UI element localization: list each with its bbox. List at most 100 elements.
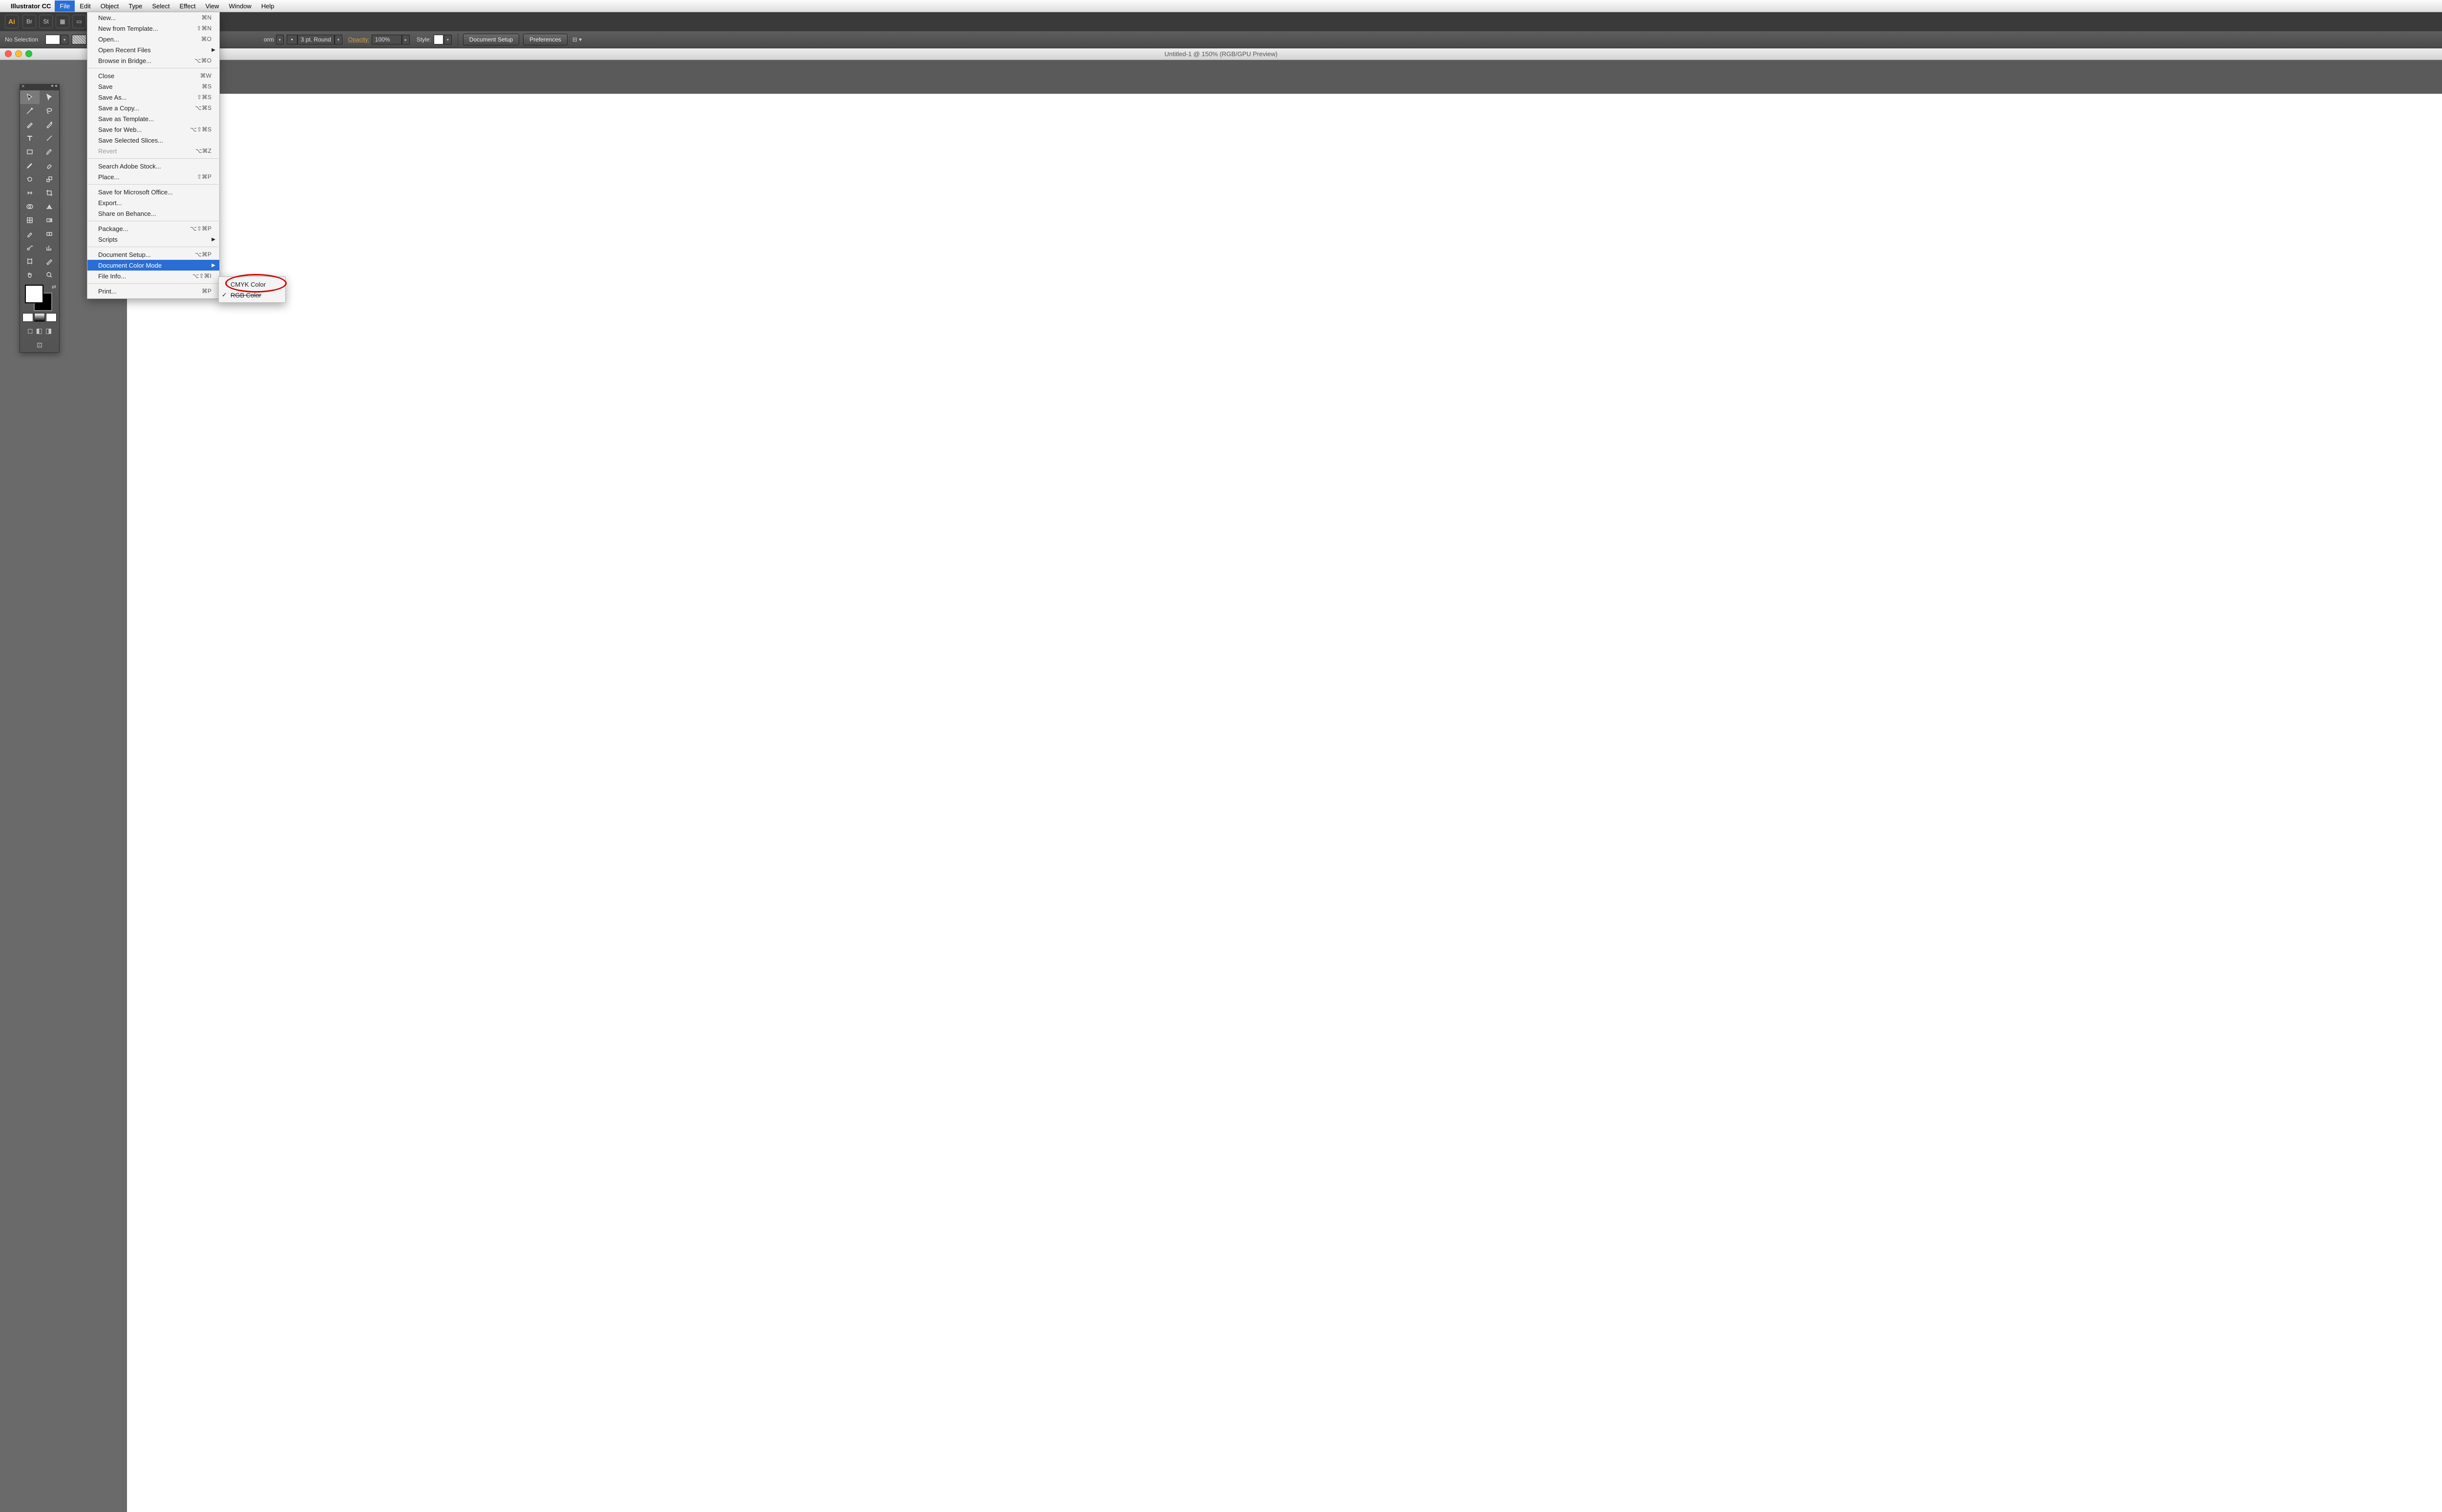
tool-artboard[interactable] — [20, 254, 40, 268]
draw-behind-icon[interactable]: ◧ — [36, 327, 42, 335]
menuitem-open-recent-files[interactable]: Open Recent Files▶ — [87, 44, 219, 55]
menuitem-package[interactable]: Package...⌥⇧⌘P — [87, 223, 219, 234]
menuitem-print[interactable]: Print...⌘P — [87, 286, 219, 296]
brush-dot-icon[interactable]: • — [287, 35, 297, 44]
tool-zoom[interactable] — [40, 268, 59, 282]
tool-rotate[interactable] — [20, 172, 40, 186]
color-mode-gradient[interactable] — [34, 313, 45, 322]
illustrator-logo-icon[interactable]: Ai — [5, 15, 19, 28]
appbar-icon-0[interactable]: Br — [22, 15, 36, 28]
appbar-icon-3[interactable]: ▭ — [72, 15, 86, 28]
document-title: Untitled-1 @ 150% (RGB/GPU Preview) — [0, 50, 2442, 58]
tool-free-transform[interactable] — [40, 186, 59, 200]
document-setup-button[interactable]: Document Setup — [463, 34, 519, 45]
draw-inside-icon[interactable]: ◨ — [45, 327, 52, 335]
tool-direct-selection[interactable] — [40, 90, 59, 104]
tool-perspective-grid[interactable] — [40, 200, 59, 213]
fill-color-icon[interactable] — [25, 285, 43, 303]
menu-window[interactable]: Window — [224, 0, 256, 12]
opacity-dropdown[interactable]: ▸ — [402, 35, 410, 44]
tool-rectangle[interactable] — [20, 145, 40, 159]
menu-select[interactable]: Select — [147, 0, 174, 12]
submenuitem-cmyk-color[interactable]: CMYK Color — [219, 279, 285, 290]
tool-pen[interactable] — [20, 118, 40, 131]
canvas-artboard[interactable] — [127, 94, 2442, 1512]
tool-eraser[interactable] — [40, 159, 59, 172]
app-name[interactable]: Illustrator CC — [11, 2, 51, 10]
menuitem-search-adobe-stock[interactable]: Search Adobe Stock... — [87, 161, 219, 171]
menuitem-browse-in-bridge[interactable]: Browse in Bridge...⌥⌘O — [87, 55, 219, 66]
menu-help[interactable]: Help — [256, 0, 279, 12]
menu-type[interactable]: Type — [124, 0, 147, 12]
appbar-icon-1[interactable]: St — [39, 15, 53, 28]
tool-gradient[interactable] — [40, 213, 59, 227]
tool-type[interactable] — [20, 131, 40, 145]
menuitem-share-on-behance[interactable]: Share on Behance... — [87, 208, 219, 219]
menuitem-close[interactable]: Close⌘W — [87, 70, 219, 81]
menuitem-save-as[interactable]: Save As...⇧⌘S — [87, 92, 219, 103]
tool-hand[interactable] — [20, 268, 40, 282]
stroke-swatch[interactable] — [72, 35, 86, 44]
swap-colors-icon[interactable]: ⇄ — [52, 284, 56, 290]
brush-preset-value[interactable]: 3 pt. Round — [297, 35, 335, 44]
tool-scale[interactable] — [40, 172, 59, 186]
tool-shape-builder[interactable] — [20, 200, 40, 213]
menu-effect[interactable]: Effect — [175, 0, 201, 12]
menuitem-save-as-template[interactable]: Save as Template... — [87, 113, 219, 124]
menuitem-save-a-copy[interactable]: Save a Copy...⌥⌘S — [87, 103, 219, 113]
menu-object[interactable]: Object — [96, 0, 124, 12]
stroke-form-dropdown[interactable]: ▾ — [276, 35, 284, 44]
tool-pencil[interactable] — [20, 159, 40, 172]
menu-view[interactable]: View — [201, 0, 224, 12]
window-minimize-icon[interactable] — [15, 50, 22, 57]
tool-line[interactable] — [40, 131, 59, 145]
menuitem-scripts[interactable]: Scripts▶ — [87, 234, 219, 245]
opacity-label[interactable]: Opacity: — [348, 36, 370, 43]
menuitem-open[interactable]: Open...⌘O — [87, 34, 219, 44]
tool-eyedropper[interactable] — [20, 227, 40, 241]
tool-curvature[interactable] — [40, 118, 59, 131]
tool-width[interactable] — [20, 186, 40, 200]
menuitem-file-info[interactable]: File Info...⌥⇧⌘I — [87, 271, 219, 281]
tool-paintbrush[interactable] — [40, 145, 59, 159]
menuitem-save-for-web[interactable]: Save for Web...⌥⇧⌘S — [87, 124, 219, 135]
fill-swatch[interactable] — [45, 35, 60, 44]
preferences-button[interactable]: Preferences — [523, 34, 568, 45]
tool-slice[interactable] — [40, 254, 59, 268]
menuitem-save[interactable]: Save⌘S — [87, 81, 219, 92]
tools-panel-header[interactable] — [20, 84, 59, 90]
window-close-icon[interactable] — [5, 50, 12, 57]
menuitem-save-for-microsoft-office[interactable]: Save for Microsoft Office... — [87, 187, 219, 197]
draw-normal-icon[interactable]: ◻ — [27, 327, 33, 335]
menuitem-export[interactable]: Export... — [87, 197, 219, 208]
tool-blend[interactable] — [40, 227, 59, 241]
tool-magic-wand[interactable] — [20, 104, 40, 118]
align-options-icon[interactable]: ⊟ ▾ — [572, 36, 582, 43]
color-well[interactable]: ⇄ — [20, 282, 59, 311]
appbar-icon-2[interactable]: ▦ — [56, 15, 69, 28]
style-swatch[interactable] — [434, 35, 443, 44]
menuitem-document-setup[interactable]: Document Setup...⌥⌘P — [87, 249, 219, 260]
tool-column-graph[interactable] — [40, 241, 59, 254]
menuitem-save-selected-slices[interactable]: Save Selected Slices... — [87, 135, 219, 146]
tool-mesh[interactable] — [20, 213, 40, 227]
menuitem-place[interactable]: Place...⇧⌘P — [87, 171, 219, 182]
window-zoom-icon[interactable] — [25, 50, 32, 57]
color-mode-none[interactable] — [46, 313, 57, 322]
document-color-mode-submenu: CMYK Color✓RGB Color — [218, 276, 286, 303]
style-dropdown[interactable]: ▾ — [444, 35, 452, 44]
tool-symbol-sprayer[interactable] — [20, 241, 40, 254]
brush-preset-dropdown[interactable]: ▾ — [335, 35, 342, 44]
submenuitem-rgb-color[interactable]: ✓RGB Color — [219, 290, 285, 300]
opacity-value[interactable]: 100% — [372, 35, 402, 44]
menuitem-new[interactable]: New...⌘N — [87, 12, 219, 23]
menu-file[interactable]: File — [55, 0, 75, 12]
color-mode-solid[interactable] — [22, 313, 33, 322]
menuitem-document-color-mode[interactable]: Document Color Mode▶ — [87, 260, 219, 271]
menu-edit[interactable]: Edit — [75, 0, 95, 12]
fill-dropdown[interactable]: ▾ — [61, 35, 68, 44]
tool-lasso[interactable] — [40, 104, 59, 118]
screen-mode-icon[interactable]: ⊡ — [37, 341, 42, 349]
tool-selection[interactable] — [20, 90, 40, 104]
menuitem-new-from-template[interactable]: New from Template...⇧⌘N — [87, 23, 219, 34]
